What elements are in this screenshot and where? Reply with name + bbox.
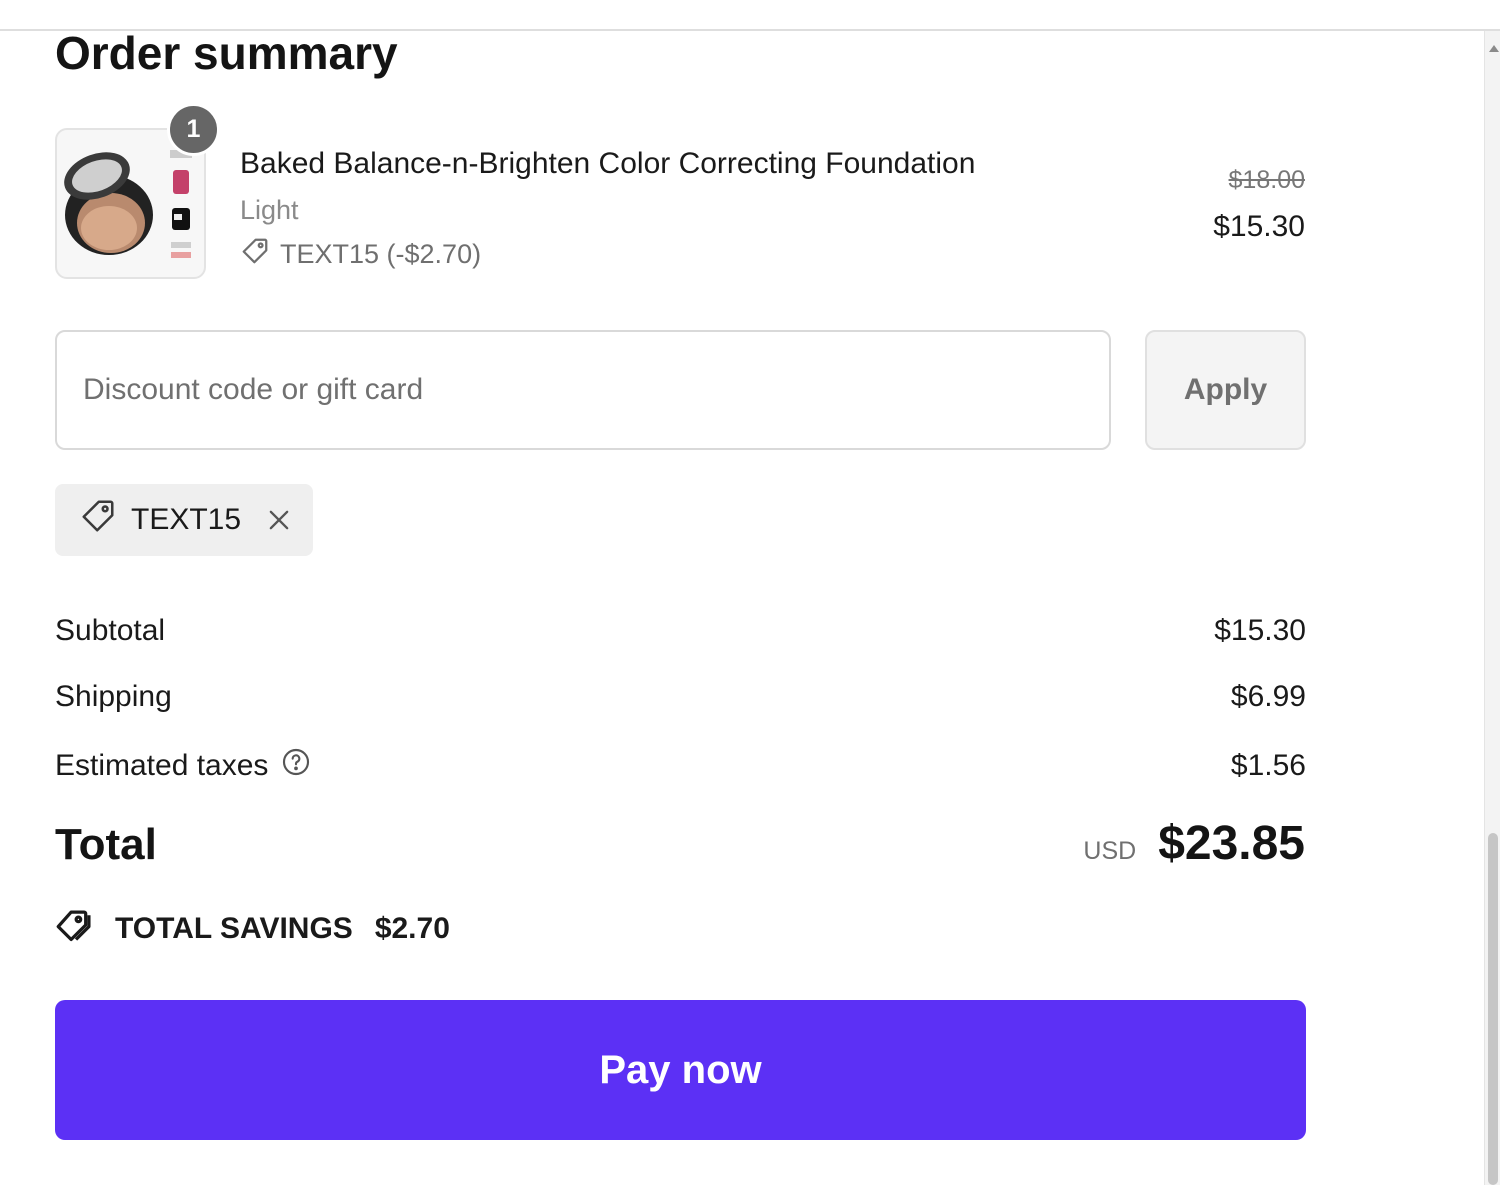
savings-value: $2.70 (374, 912, 450, 945)
subtotal-value: $15.30 (1214, 614, 1306, 647)
help-circle-icon[interactable] (280, 746, 312, 786)
order-summary-title: Order summary (55, 27, 398, 79)
discount-code-input[interactable] (55, 330, 1111, 450)
pay-now-button[interactable]: Pay now (55, 1000, 1306, 1140)
original-price: $18.00 (1228, 166, 1305, 194)
checkout-order-summary-page: Order summary 1 Baked Balance-n-Brighten… (0, 0, 1500, 1185)
savings-label: TOTAL SAVINGS (115, 912, 353, 945)
shipping-row: Shipping $6.99 (55, 680, 1306, 714)
shipping-label: Shipping (55, 680, 172, 713)
apply-button[interactable]: Apply (1145, 330, 1306, 450)
close-icon[interactable] (265, 506, 293, 534)
tag-icon (240, 236, 270, 273)
taxes-row: Estimated taxes $1.56 (55, 746, 1306, 786)
tags-icon (55, 905, 97, 953)
applied-code-label: TEXT15 (131, 503, 242, 536)
subtotal-row: Subtotal $15.30 (55, 614, 1306, 648)
product-variant: Light (240, 195, 299, 225)
shipping-value: $6.99 (1230, 680, 1306, 713)
scroll-up-arrow-icon[interactable] (1489, 45, 1499, 52)
vertical-scrollbar[interactable] (1484, 31, 1500, 1185)
line-price: $15.30 (1213, 210, 1305, 243)
quantity-badge: 1 (167, 103, 220, 156)
applied-discount-chip: TEXT15 (55, 484, 313, 556)
product-name: Baked Balance-n-Brighten Color Correctin… (240, 147, 976, 180)
product-discount-text: TEXT15 (-$2.70) (280, 239, 482, 269)
currency-code: USD (1083, 837, 1137, 865)
total-savings: TOTAL SAVINGS $2.70 (55, 905, 450, 953)
total-label: Total (55, 820, 157, 869)
tag-icon (79, 497, 117, 543)
total-value: $23.85 (1158, 817, 1305, 870)
taxes-value: $1.56 (1230, 749, 1306, 782)
subtotal-label: Subtotal (55, 614, 166, 647)
product-discount: TEXT15 (-$2.70) (240, 236, 481, 273)
taxes-label-group: Estimated taxes (55, 746, 312, 786)
scrollbar-thumb[interactable] (1488, 833, 1498, 1185)
taxes-label: Estimated taxes (55, 749, 269, 782)
total-amount-group: USD $23.85 (1083, 816, 1305, 871)
